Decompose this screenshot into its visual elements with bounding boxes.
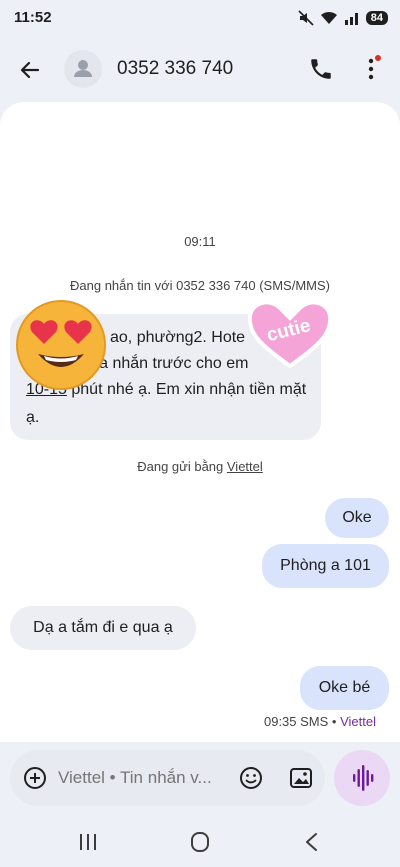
message-carrier: Viettel [340,714,376,729]
incoming-message-bubble[interactable]: Dạ a tắm đi e qua ạ [10,606,196,650]
home-icon[interactable] [186,830,214,854]
status-time: 11:52 [14,9,52,26]
voice-message-button[interactable] [334,750,390,806]
voice-waveform-icon [353,765,374,791]
nav-back-icon[interactable] [298,830,326,854]
outgoing-message-bubble[interactable]: Oke bé [300,666,389,710]
message-list[interactable]: 09:11 Đang nhắn tin với 0352 336 740 (SM… [0,102,400,742]
contact-avatar[interactable] [64,50,102,88]
back-arrow-icon[interactable] [16,56,44,84]
message-status: 09:35 SMS • Viettel [263,714,376,729]
gallery-icon[interactable] [288,765,314,791]
cutie-heart-sticker: cutie [247,300,333,369]
carrier-link[interactable]: Viettel [227,459,263,474]
message-line: ao, phường2. Hote [110,329,246,346]
message-line: ạ. [26,409,40,426]
person-icon [74,60,92,77]
phone-icon[interactable] [308,56,334,82]
message-input[interactable] [58,766,228,790]
conversation-header: 0352 336 740 [0,40,400,98]
emoji-icon[interactable] [238,765,264,791]
status-bar: 11:52 84 [0,0,400,36]
battery-badge: 84 [365,11,388,25]
heart-eyes-emoji-sticker [16,300,106,390]
outgoing-message-bubble[interactable]: Phòng a 101 [262,544,389,588]
recent-apps-icon[interactable] [74,830,102,854]
contact-number[interactable]: 0352 336 740 [117,58,233,80]
signal-icon [344,13,358,25]
sending-via-prefix: Đang gửi bằng [137,459,227,474]
message-time: 09:35 SMS [263,714,329,729]
wifi-icon [320,11,337,24]
status-icons: 84 [298,10,388,26]
outgoing-message-bubble[interactable]: Oke [325,498,389,538]
add-attachment-icon[interactable] [22,765,48,791]
compose-bar [10,750,325,806]
sending-via: Đang gửi bằng Viettel [0,459,400,474]
mute-icon [298,10,314,26]
notification-dot [375,55,381,61]
system-nav-bar [0,818,400,867]
conversation-info: Đang nhắn tin với 0352 336 740 (SMS/MMS) [70,278,330,293]
message-timestamp: 09:11 [184,234,216,249]
